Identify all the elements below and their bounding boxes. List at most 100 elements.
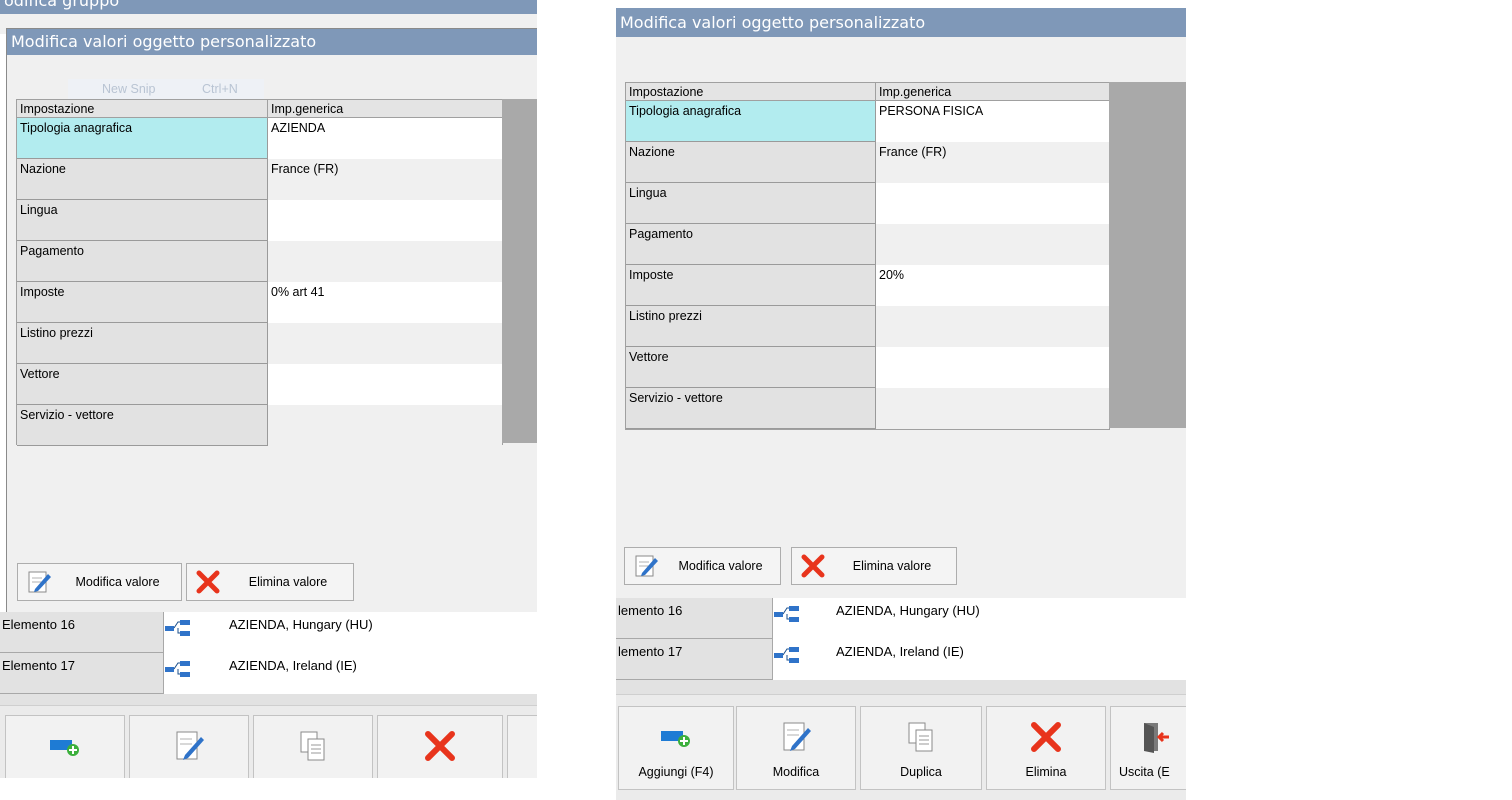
hierarchy-icon (164, 659, 192, 688)
grid-row[interactable]: Lingua (626, 183, 1109, 224)
edit-button[interactable]: Modifica (736, 706, 856, 790)
left-window: odifica gruppo Modifica valori oggetto p… (0, 0, 537, 778)
grid-row[interactable]: Lingua (17, 200, 502, 241)
row-value[interactable] (268, 405, 502, 446)
dialog-title: Modifica valori oggetto personalizzato (616, 8, 1186, 37)
grid-row[interactable]: Servizio - vettore (626, 388, 1109, 429)
column-header-value[interactable]: Imp.generica (268, 100, 502, 118)
grid-row[interactable]: Tipologia anagrafica AZIENDA (17, 118, 502, 159)
grid-row[interactable]: Pagamento (17, 241, 502, 282)
column-header-setting[interactable]: Impostazione (626, 83, 876, 101)
row-value[interactable]: 0% art 41 (268, 282, 502, 323)
row-label: Tipologia anagrafica (626, 101, 876, 142)
edit-document-icon (737, 717, 855, 757)
row-value[interactable]: PERSONA FISICA (876, 101, 1109, 142)
item-name: lemento 17 (616, 639, 773, 680)
grid-row[interactable]: Vettore (17, 364, 502, 405)
item-value: AZIENDA, Ireland (IE) (229, 658, 357, 673)
row-value[interactable]: AZIENDA (268, 118, 502, 159)
add-button[interactable] (5, 715, 125, 778)
row-value[interactable] (268, 200, 502, 241)
row-label: Tipologia anagrafica (17, 118, 268, 159)
row-label: Nazione (17, 159, 268, 200)
hierarchy-icon (164, 618, 192, 647)
item-value: AZIENDA, Hungary (HU) (836, 603, 980, 618)
row-label: Imposte (626, 265, 876, 306)
exit-button[interactable] (507, 715, 537, 778)
grid-row[interactable]: Nazione France (FR) (17, 159, 502, 200)
grid-row[interactable]: Tipologia anagrafica PERSONA FISICA (626, 101, 1109, 142)
row-value[interactable]: 20% (876, 265, 1109, 306)
row-value[interactable] (268, 323, 502, 364)
row-value[interactable] (876, 347, 1109, 388)
row-label: Vettore (17, 364, 268, 405)
list-cut-row (616, 680, 1186, 694)
row-label: Vettore (626, 347, 876, 388)
left-toolbar (0, 705, 537, 778)
edit-values-dialog: Modifica valori oggetto personalizzato I… (616, 8, 1186, 598)
edit-value-button[interactable]: Modifica valore (624, 547, 781, 585)
exit-door-icon (1141, 717, 1186, 757)
settings-grid: Impostazione Imp.generica Tipologia anag… (16, 99, 503, 446)
delete-value-button[interactable]: Elimina valore (186, 563, 354, 601)
edit-value-button[interactable]: Modifica valore (17, 563, 182, 601)
grid-empty-area (1109, 82, 1186, 428)
edit-document-icon (130, 726, 248, 766)
right-window: Modifica valori oggetto personalizzato I… (616, 0, 1186, 800)
settings-grid: Impostazione Imp.generica Tipologia anag… (625, 82, 1110, 430)
red-x-icon (987, 717, 1105, 757)
row-label: Servizio - vettore (626, 388, 876, 429)
edit-button[interactable] (129, 715, 249, 778)
grid-row[interactable]: Nazione France (FR) (626, 142, 1109, 183)
list-item[interactable]: Elemento 17 AZIENDA, Ireland (IE) (0, 653, 537, 694)
row-value[interactable]: France (FR) (876, 142, 1109, 183)
delete-button[interactable]: Elimina (986, 706, 1106, 790)
add-button[interactable]: Aggiungi (F4) (618, 706, 734, 790)
grid-row[interactable]: Pagamento (626, 224, 1109, 265)
list-item[interactable]: lemento 16 AZIENDA, Hungary (HU) (616, 598, 1186, 639)
item-name: Elemento 17 (0, 653, 164, 694)
row-value[interactable] (876, 306, 1109, 347)
row-label: Listino prezzi (626, 306, 876, 347)
grid-row[interactable]: Servizio - vettore (17, 405, 502, 446)
list-item[interactable]: lemento 17 AZIENDA, Ireland (IE) (616, 639, 1186, 680)
red-x-icon (798, 552, 828, 580)
row-label: Listino prezzi (17, 323, 268, 364)
row-value[interactable] (268, 364, 502, 405)
row-label: Lingua (626, 183, 876, 224)
hierarchy-icon (773, 604, 801, 633)
red-x-icon (193, 568, 223, 596)
row-value[interactable] (876, 224, 1109, 265)
grid-row[interactable]: Listino prezzi (626, 306, 1109, 347)
delete-value-button[interactable]: Elimina valore (791, 547, 957, 585)
row-label: Servizio - vettore (17, 405, 268, 446)
copy-icon (254, 726, 372, 766)
grid-row[interactable]: Imposte 20% (626, 265, 1109, 306)
row-value[interactable] (268, 241, 502, 282)
delete-button[interactable] (377, 715, 503, 778)
item-value: AZIENDA, Hungary (HU) (229, 617, 373, 632)
grid-row[interactable]: Vettore (626, 347, 1109, 388)
hierarchy-icon (773, 645, 801, 674)
list-item[interactable]: Elemento 16 AZIENDA, Hungary (HU) (0, 612, 537, 653)
duplicate-button[interactable]: Duplica (860, 706, 982, 790)
edit-document-icon (24, 568, 54, 596)
row-label: Pagamento (626, 224, 876, 265)
column-header-value[interactable]: Imp.generica (876, 83, 1109, 101)
grid-row[interactable]: Listino prezzi (17, 323, 502, 364)
edit-values-dialog: Modifica valori oggetto personalizzato N… (6, 28, 537, 615)
dialog-title: Modifica valori oggetto personalizzato (7, 29, 537, 55)
red-x-icon (378, 726, 502, 766)
edit-document-icon (631, 552, 661, 580)
row-value[interactable]: France (FR) (268, 159, 502, 200)
grid-row[interactable]: Imposte 0% art 41 (17, 282, 502, 323)
item-name: Elemento 16 (0, 612, 164, 653)
exit-button[interactable]: Uscita (E (1110, 706, 1186, 790)
new-snip-hint: New Snip Ctrl+N (68, 79, 264, 99)
duplicate-button[interactable] (253, 715, 373, 778)
row-value[interactable] (876, 183, 1109, 224)
row-label: Imposte (17, 282, 268, 323)
column-header-setting[interactable]: Impostazione (17, 100, 268, 118)
row-label: Nazione (626, 142, 876, 183)
row-value[interactable] (876, 388, 1109, 429)
